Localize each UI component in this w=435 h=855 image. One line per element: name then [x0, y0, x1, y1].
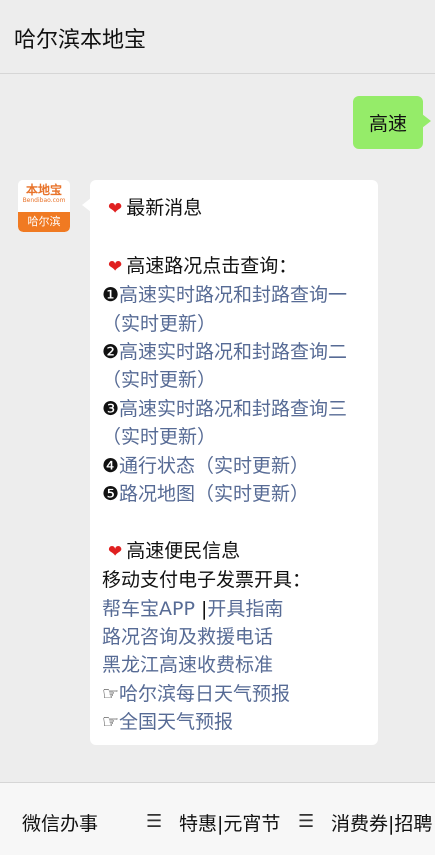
harbin-weather-link[interactable]: 哈尔滨每日天气预报 — [119, 683, 290, 705]
avatar-logo-text: 本地宝 — [25, 183, 62, 197]
guide-link[interactable]: 开具指南 — [207, 598, 283, 620]
harbin-weather-line[interactable]: ☞哈尔滨每日天气预报 — [102, 680, 368, 708]
national-weather-line[interactable]: ☞全国天气预报 — [102, 708, 368, 736]
top-bar: 哈尔滨本地宝 — [0, 0, 435, 74]
query-item-2[interactable]: ❷高速实时路况和封路查询二（实时更新） — [102, 338, 368, 395]
outgoing-message: 高速 — [352, 96, 432, 149]
query-link-3[interactable]: 高速实时路况和封路查询三（实时更新） — [102, 398, 347, 448]
query-link-5[interactable]: 路况地图（实时更新） — [119, 483, 309, 505]
menu-item-deals[interactable]: 特惠|元宵节 — [179, 809, 280, 836]
query-link-4[interactable]: 通行状态（实时更新） — [119, 455, 309, 477]
road-query-title: 高速路况点击查询： — [126, 254, 298, 277]
national-weather-link[interactable]: 全国天气预报 — [119, 711, 233, 733]
fee-link[interactable]: 黑龙江高速收费标准 — [102, 651, 368, 679]
query-item-4[interactable]: ❹通行状态（实时更新） — [102, 452, 368, 480]
query-link-2[interactable]: 高速实时路况和封路查询二（实时更新） — [102, 341, 347, 391]
service-title: 高速便民信息 — [126, 539, 241, 562]
query-link-1[interactable]: 高速实时路况和封路查询一（实时更新） — [102, 284, 347, 334]
avatar-logo: 本地宝 Bendibao.com — [18, 180, 70, 212]
number-1-icon: ❶ — [102, 284, 120, 307]
number-2-icon: ❷ — [102, 341, 120, 364]
pointing-hand-icon: ☞ — [102, 711, 120, 734]
menu-list-icon: ☰ — [146, 811, 163, 832]
number-5-icon: ❺ — [102, 483, 120, 506]
query-item-5[interactable]: ❺路况地图（实时更新） — [102, 480, 368, 508]
invoice-label: 移动支付电子发票开具： — [102, 569, 312, 592]
avatar-logo-sub: Bendibao.com — [22, 197, 66, 204]
menu-item-wechat-service[interactable]: 微信办事 — [22, 809, 98, 836]
outgoing-bubble: 高速 — [352, 96, 432, 149]
service-line: ❤ 高速便民信息 — [108, 537, 368, 566]
avatar-city: 哈尔滨 — [18, 212, 70, 232]
avatar[interactable]: 本地宝 Bendibao.com 哈尔滨 — [18, 180, 70, 232]
pointing-hand-icon: ☞ — [102, 682, 120, 705]
heart-icon: ❤ — [108, 541, 123, 562]
bottom-menu-bar: 微信办事 ☰ 特惠|元宵节 ☰ 消费券|招聘 — [0, 782, 435, 855]
number-4-icon: ❹ — [102, 454, 120, 477]
heart-icon: ❤ — [108, 199, 123, 219]
query-item-3[interactable]: ❸高速实时路况和封路查询三（实时更新） — [102, 395, 368, 452]
latest-label: 最新消息 — [126, 197, 203, 219]
road-query-line: ❤ 高速路况点击查询： — [108, 252, 368, 281]
query-item-1[interactable]: ❶高速实时路况和封路查询一（实时更新） — [102, 281, 368, 338]
number-3-icon: ❸ — [102, 397, 120, 420]
app-link[interactable]: 帮车宝APP — [102, 598, 195, 620]
app-line: 帮车宝APP |开具指南 — [102, 595, 368, 623]
reply-bubble: ❤ 最新消息 ❤ 高速路况点击查询： ❶高速实时路况和封路查询一（实时更新） ❷高速… — [82, 180, 378, 745]
chat-title: 哈尔滨本地宝 — [14, 28, 147, 53]
latest-line: ❤ 最新消息 — [108, 194, 368, 223]
menu-item-coupons[interactable]: 消费券|招聘 — [331, 809, 432, 836]
menu-list-icon: ☰ — [298, 811, 315, 832]
heart-icon: ❤ — [108, 256, 123, 277]
rescue-link[interactable]: 路况咨询及救援电话 — [102, 623, 368, 651]
